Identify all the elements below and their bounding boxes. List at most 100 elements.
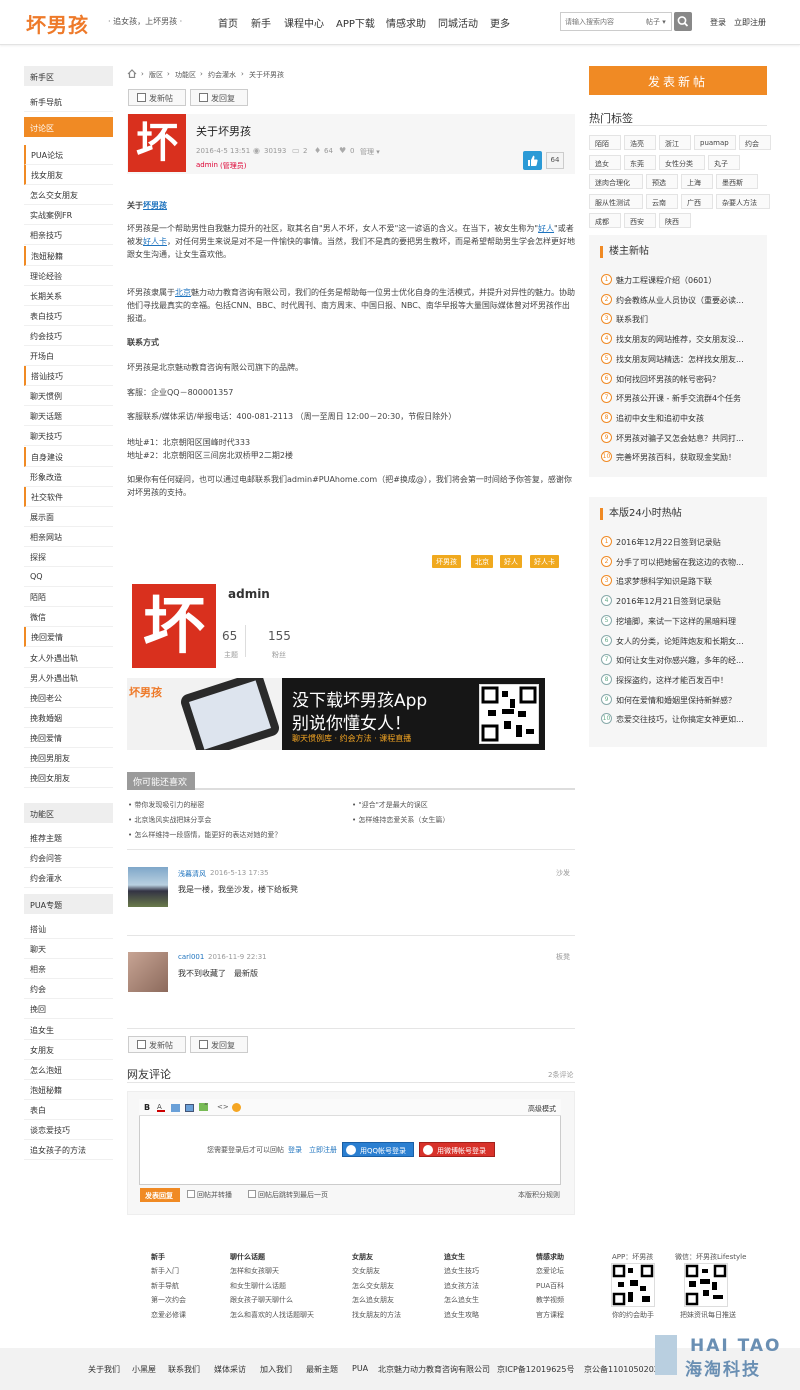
nav-events[interactable]: 同城活动 <box>438 15 478 30</box>
hot-tag[interactable]: 浩亮 <box>624 135 656 150</box>
footer-link[interactable]: 怎么交女朋友 <box>352 1281 394 1291</box>
related-item[interactable]: • "迎合"才是最大的误区 <box>352 800 428 810</box>
content-heading-link[interactable]: 坏男孩 <box>143 201 167 210</box>
sidebar-item[interactable]: 女朋友 <box>24 1040 113 1060</box>
nav-home[interactable]: 首页 <box>218 15 238 30</box>
sidebar-section-header[interactable]: 功能区 <box>24 803 113 823</box>
tag-item[interactable]: 北京 <box>471 555 493 568</box>
sidebar-item[interactable]: 泡妞秘籍 <box>24 245 113 266</box>
sidebar-item[interactable]: 理论经验 <box>24 266 113 286</box>
post-link[interactable]: 女人的分类，论矩阵炮友和长期女... <box>616 636 754 647</box>
hot-tag[interactable]: 云南 <box>646 193 678 209</box>
footer-link[interactable]: 追女生攻略 <box>444 1310 479 1320</box>
sidebar-item[interactable]: 挽回老公 <box>24 688 113 708</box>
bottom-link[interactable]: PUA <box>352 1364 368 1373</box>
reply-user[interactable]: 浅暮清风 <box>178 869 206 879</box>
login-link[interactable]: 登录 <box>710 17 726 28</box>
sidebar-item[interactable]: 约会问答 <box>24 848 113 869</box>
hot-tag[interactable]: 广西 <box>681 193 713 209</box>
hot-tag[interactable]: 迷肉合理化 <box>589 174 643 189</box>
sidebar-item[interactable]: 聊天技巧 <box>24 426 113 447</box>
sidebar-item[interactable]: 约会灌水 <box>24 868 113 889</box>
post-link[interactable]: 2016年12月21日签到记录贴 <box>616 596 754 607</box>
submit-reply-button[interactable]: 发表回复 <box>140 1188 180 1202</box>
bottom-link[interactable]: 联系我们 <box>168 1364 200 1375</box>
footer-link[interactable]: 追女生技巧 <box>444 1266 479 1276</box>
home-icon[interactable] <box>127 69 137 78</box>
bottom-link[interactable]: 媒体采访 <box>214 1364 246 1375</box>
nav-courses[interactable]: 课程中心 <box>284 15 324 30</box>
hot-tag[interactable]: 服从性测试 <box>589 193 643 209</box>
font-color-icon[interactable]: A <box>157 1104 165 1112</box>
app-download-banner[interactable]: 坏男孩 没下载坏男孩App 别说你懂女人！ 聊天惯例库 · 约会方法 · 课程直… <box>127 678 545 750</box>
sidebar-item[interactable]: 聊天话题 <box>24 406 113 427</box>
hot-tag[interactable]: 上海 <box>681 174 713 189</box>
footer-link[interactable]: 交女朋友 <box>352 1266 380 1276</box>
comment-register-link[interactable]: 立即注册 <box>309 1145 337 1155</box>
new-post-button[interactable]: 发新帖 <box>128 89 186 106</box>
bottom-link[interactable]: 加入我们 <box>260 1364 292 1375</box>
footer-link[interactable]: 怎么和喜欢的人找话题聊天 <box>230 1310 314 1320</box>
post-link[interactable]: 追初中女生和追初中女孩 <box>616 413 754 424</box>
search-button[interactable] <box>674 12 692 31</box>
footer-link[interactable]: PUA百科 <box>536 1281 564 1291</box>
hot-tag[interactable]: 西安 <box>624 213 656 228</box>
sidebar-item[interactable]: 聊天惯例 <box>24 386 113 407</box>
jump-last-checkbox[interactable] <box>248 1190 256 1198</box>
sidebar-section-header[interactable]: 新手区 <box>24 66 113 86</box>
repost-checkbox[interactable] <box>187 1190 195 1198</box>
footer-link[interactable]: 找女朋友的方法 <box>352 1310 401 1320</box>
sidebar-item[interactable]: 相亲网站 <box>24 527 113 547</box>
attach-icon[interactable] <box>185 1104 194 1112</box>
nav-app[interactable]: APP下载 <box>336 15 375 30</box>
credit-rules-link[interactable]: 本版积分规则 <box>518 1190 560 1200</box>
site-logo[interactable]: 坏男孩 <box>26 9 89 38</box>
hot-tag[interactable]: 杂要人方法 <box>716 193 770 209</box>
post-link[interactable]: 约会教练从业人员协议（重要必读... <box>616 295 754 306</box>
hot-tag[interactable]: 约会 <box>739 135 771 150</box>
post-link[interactable]: 联系我们 <box>616 314 754 325</box>
code-icon[interactable]: <> <box>217 1103 229 1111</box>
footer-link[interactable]: 官方课程 <box>536 1310 564 1320</box>
reply-avatar[interactable] <box>128 867 168 907</box>
sidebar-item[interactable]: 陌陌 <box>24 587 113 608</box>
footer-link[interactable]: 新手入门 <box>151 1266 179 1276</box>
smiley-icon[interactable] <box>232 1103 241 1112</box>
nav-newbie[interactable]: 新手 <box>251 15 271 30</box>
reply-user[interactable]: carl001 <box>178 953 204 961</box>
breadcrumb-board[interactable]: 版区 <box>149 70 163 80</box>
sidebar-item[interactable]: 女人外遇出轨 <box>24 648 113 668</box>
sidebar-item[interactable]: PUA论坛 <box>24 145 113 165</box>
hot-tag[interactable]: 浙江 <box>659 135 691 150</box>
sidebar-item[interactable]: 搭讪技巧 <box>24 366 113 387</box>
post-link[interactable]: 完善坏男孩百科，获取现金奖励！ <box>616 452 754 463</box>
sidebar-item[interactable]: 表白技巧 <box>24 306 113 326</box>
sidebar-section-header[interactable]: 讨论区 <box>24 117 113 137</box>
nav-help[interactable]: 情感求助 <box>386 15 426 30</box>
footer-link[interactable]: 怎么追女生 <box>444 1295 479 1305</box>
sidebar-item[interactable]: 社交软件 <box>24 486 113 507</box>
related-item[interactable]: • 怎样维持恋爱关系（女生篇） <box>352 815 449 825</box>
post-link[interactable]: 挖墙脚，来试一下这样的黑暗料理 <box>616 616 754 627</box>
link-haoren[interactable]: 好人 <box>538 224 554 233</box>
footer-link[interactable]: 怎样和女孩聊天 <box>230 1266 279 1276</box>
hot-tag[interactable]: 丸子 <box>708 154 740 170</box>
sidebar-item[interactable]: 谈恋爱技巧 <box>24 1120 113 1140</box>
sidebar-item[interactable]: 男人外遇出轨 <box>24 668 113 688</box>
post-link[interactable]: 找女朋友网站精选：怎样找女朋友... <box>616 354 754 365</box>
thread-author[interactable]: admin <box>196 161 218 169</box>
sidebar-item[interactable]: 展示面 <box>24 507 113 527</box>
sidebar-item[interactable]: 泡妞秘籍 <box>24 1080 113 1100</box>
sidebar-item[interactable]: 约会 <box>24 979 113 1000</box>
post-link[interactable]: 如何找回坏男孩的帐号密码？ <box>616 374 754 385</box>
sidebar-item[interactable]: 长期关系 <box>24 286 113 306</box>
hot-tag[interactable]: 成都 <box>589 213 621 228</box>
post-link[interactable]: 2016年12月22日签到记录贴 <box>616 537 754 548</box>
sidebar-item[interactable]: 挽救婚姻 <box>24 708 113 728</box>
footer-link[interactable]: 怎么追女朋友 <box>352 1295 394 1305</box>
sidebar-item[interactable]: 开场白 <box>24 346 113 366</box>
sidebar-item[interactable]: 表白 <box>24 1100 113 1120</box>
sidebar-item[interactable]: 挽回爱情 <box>24 728 113 748</box>
hot-tag[interactable]: 墨西斯 <box>716 174 758 189</box>
hot-tag[interactable]: 东莞 <box>624 154 656 170</box>
